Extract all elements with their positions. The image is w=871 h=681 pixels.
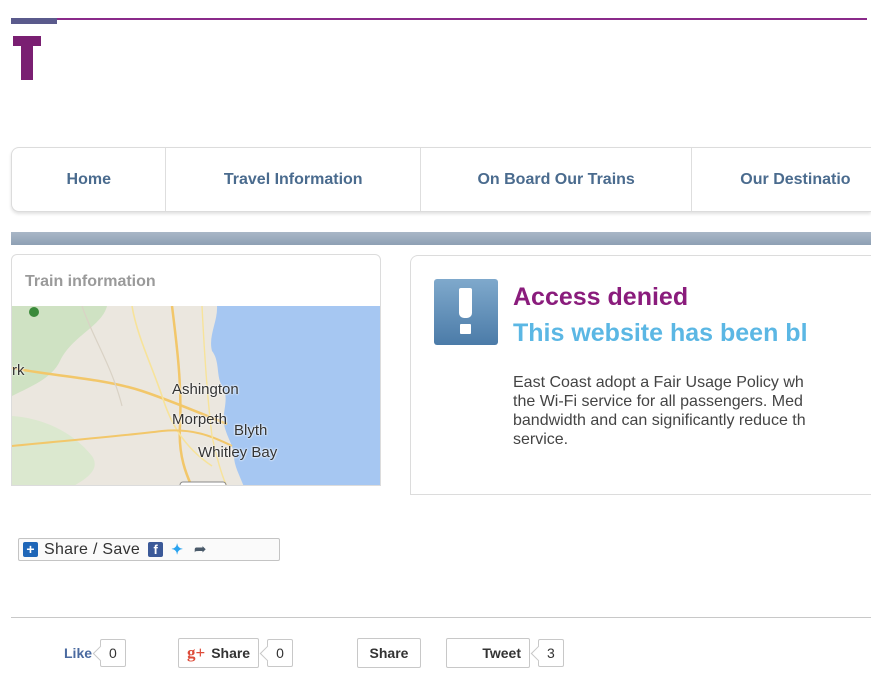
twitter-icon[interactable]: ✦ [168,542,186,557]
access-denied-heading: Access denied [513,283,689,311]
map-label-blyth: Blyth [234,422,268,439]
site-logo[interactable] [13,36,41,80]
main-navigation: Home Travel Information On Board Our Tra… [11,147,871,212]
map-label-ashington: Ashington [172,381,239,398]
share-save-button[interactable]: + Share / Save f ✦ ➦ [18,538,280,561]
tweet-button[interactable]: Tweet [446,638,530,668]
share-save-label: Share / Save [44,540,141,558]
facebook-share-widget: Share [357,638,421,668]
nav-item-our-destinations[interactable]: Our Destinatio [692,148,871,211]
facebook-icon[interactable]: f [148,542,164,557]
like-button[interactable]: Like [64,645,92,661]
map-label-rk: rk [12,362,25,379]
plus-icon: + [23,542,38,557]
like-count: 0 [100,639,126,667]
policy-line: bandwidth and can significantly reduce t… [513,412,806,429]
google-plus-share-label: Share [211,645,251,661]
access-denied-panel: Access denied This website has been bl E… [410,255,871,495]
nav-item-on-board-our-trains[interactable]: On Board Our Trains [421,148,693,211]
content-divider-band [11,232,871,245]
map-label-morpeth: Morpeth [172,411,228,428]
exclamation-icon [434,279,498,345]
google-plus-share-button[interactable]: g+ Share [178,638,260,668]
map-label-whitley-bay: Whitley Bay [198,444,278,461]
policy-line: service. [513,431,569,448]
header-top-rule [57,18,867,20]
header-accent-bar [11,18,57,24]
tweet-count: 3 [538,639,564,667]
google-plus-widget: g+ Share 0 [178,638,293,668]
footer-divider [11,617,871,618]
facebook-like-widget: Like 0 [64,638,126,668]
facebook-share-button[interactable]: Share [357,638,421,668]
tweet-widget: Tweet 3 [446,638,564,668]
share-arrow-icon[interactable]: ➦ [191,542,209,557]
policy-line: the Wi-Fi service for all passengers. Me… [513,393,803,410]
nav-item-travel-information[interactable]: Travel Information [166,148,421,211]
policy-line: East Coast adopt a Fair Usage Policy wh [513,374,804,391]
google-plus-icon: g+ [187,643,206,662]
train-information-panel: Train information rk Ashington Morpeth B… [11,254,381,486]
map-view[interactable]: rk Ashington Morpeth Blyth Whitley Bay [12,306,380,485]
nav-item-home[interactable]: Home [12,148,167,211]
panel-title: Train information [25,273,156,290]
policy-message: East Coast adopt a Fair Usage Policy wh … [513,373,871,449]
google-plus-count: 0 [267,639,293,667]
blocked-subheading: This website has been bl [513,319,808,347]
